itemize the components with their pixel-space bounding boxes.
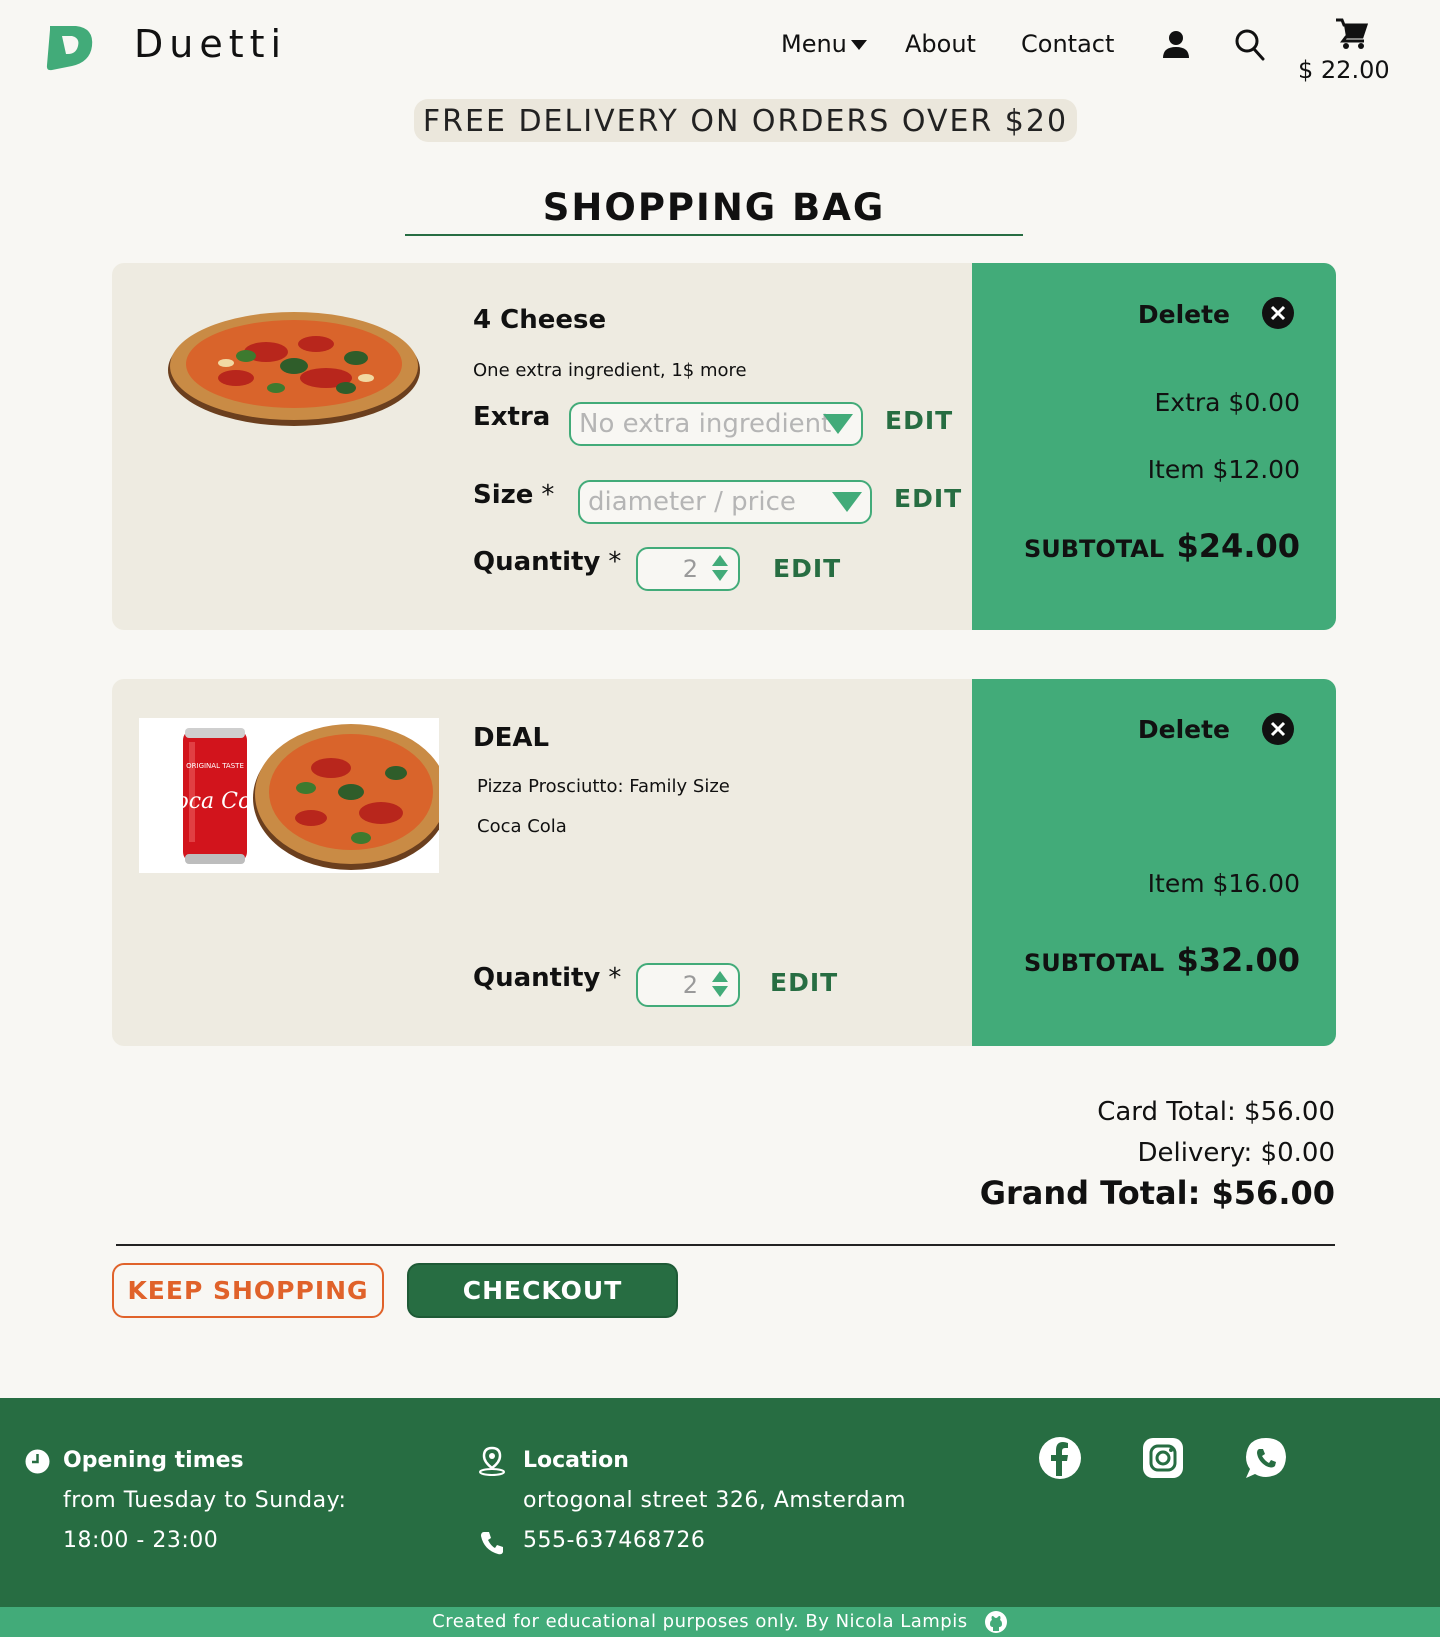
divider xyxy=(116,1244,1335,1246)
item-name: DEAL xyxy=(473,723,550,753)
deal-line: Pizza Prosciutto: Family Size xyxy=(477,776,730,797)
close-icon[interactable] xyxy=(1262,297,1294,329)
credit-text: Created for educational purposes only. B… xyxy=(432,1611,968,1632)
subtotal-label: SUBTOTAL xyxy=(1023,949,1165,977)
opening-hours: 18:00 - 23:00 xyxy=(63,1528,219,1553)
credit-bar: Created for educational purposes only. B… xyxy=(0,1607,1440,1637)
item-subtotal: SUBTOTAL $24.00 xyxy=(1024,527,1300,565)
phone-icon xyxy=(481,1532,503,1555)
subtotal-label: SUBTOTAL xyxy=(1023,535,1165,563)
nav-menu-label: Menu xyxy=(781,30,847,58)
page-title: SHOPPING BAG xyxy=(405,186,1023,236)
extra-select[interactable]: No extra ingredient xyxy=(569,402,863,446)
quantity-stepper[interactable]: 2 xyxy=(636,547,740,591)
address: ortogonal street 326, Amsterdam xyxy=(523,1488,907,1513)
decrement-arrow-icon[interactable] xyxy=(712,986,728,997)
instagram-icon[interactable] xyxy=(1141,1436,1185,1480)
location-pin-icon xyxy=(479,1446,505,1476)
dropdown-arrow-icon xyxy=(832,492,862,512)
deal-image: ORIGINAL TASTE Coca Cola xyxy=(139,718,439,873)
edit-extra-button[interactable]: EDIT xyxy=(885,406,953,435)
delete-label[interactable]: Delete xyxy=(1138,715,1230,744)
nav-contact[interactable]: Contact xyxy=(1021,30,1114,58)
chevron-down-icon xyxy=(850,40,867,50)
edit-size-button[interactable]: EDIT xyxy=(894,484,962,513)
deal-line: Coca Cola xyxy=(477,816,567,837)
free-delivery-banner: FREE DELIVERY ON ORDERS OVER $20 xyxy=(414,99,1077,142)
cart-icon[interactable] xyxy=(1334,17,1368,49)
opening-days: from Tuesday to Sunday: xyxy=(63,1488,347,1513)
pizza-image xyxy=(168,312,420,426)
pizza-image xyxy=(253,724,439,870)
location-title: Location xyxy=(523,1448,629,1473)
brand-name[interactable]: Duetti xyxy=(134,22,287,66)
nav-menu[interactable]: Menu xyxy=(781,30,867,58)
item-price-panel: Delete Item $16.00 SUBTOTAL $32.00 xyxy=(972,679,1336,1046)
subtotal-amount: $32.00 xyxy=(1176,941,1300,979)
can-label: Coca Cola xyxy=(179,789,251,814)
item-price: Item $16.00 xyxy=(1147,869,1300,898)
quantity-stepper[interactable]: 2 xyxy=(636,963,740,1007)
increment-arrow-icon[interactable] xyxy=(712,971,728,982)
keep-shopping-button[interactable]: KEEP SHOPPING xyxy=(112,1263,384,1318)
item-name: 4 Cheese xyxy=(473,305,607,335)
subtotal-amount: $24.00 xyxy=(1176,527,1300,565)
bag-item-card: ORIGINAL TASTE Coca Cola DEAL Pizza Pros… xyxy=(112,679,1336,1046)
required-mark: * xyxy=(608,963,622,993)
phone-number[interactable]: 555-637468726 xyxy=(523,1528,705,1553)
delete-label[interactable]: Delete xyxy=(1138,300,1230,329)
increment-arrow-icon[interactable] xyxy=(712,555,728,566)
whatsapp-icon[interactable] xyxy=(1244,1436,1288,1480)
decrement-arrow-icon[interactable] xyxy=(712,570,728,581)
site-footer: Opening times from Tuesday to Sunday: 18… xyxy=(0,1398,1440,1607)
clock-icon xyxy=(25,1449,50,1474)
opening-times-title: Opening times xyxy=(63,1448,244,1473)
quantity-label: Quantity * xyxy=(473,547,621,577)
required-mark: * xyxy=(541,480,555,510)
quantity-label-text: Quantity xyxy=(473,963,601,993)
bag-item-card: 4 Cheese One extra ingredient, 1$ more E… xyxy=(112,263,1336,630)
quantity-value: 2 xyxy=(682,555,698,583)
dropdown-arrow-icon xyxy=(823,414,853,434)
edit-quantity-button[interactable]: EDIT xyxy=(773,554,841,583)
svg-text:ORIGINAL TASTE: ORIGINAL TASTE xyxy=(186,762,244,770)
quantity-label: Quantity * xyxy=(473,963,621,993)
required-mark: * xyxy=(608,547,622,577)
size-label-text: Size xyxy=(473,480,534,510)
nav-about[interactable]: About xyxy=(905,30,976,58)
facebook-icon[interactable] xyxy=(1038,1436,1082,1480)
user-icon[interactable] xyxy=(1163,30,1189,60)
duetti-logo-icon[interactable] xyxy=(42,22,96,72)
delivery-total: Delivery: $0.00 xyxy=(1137,1138,1336,1168)
size-label: Size * xyxy=(473,480,554,510)
card-total: Card Total: $56.00 xyxy=(1097,1097,1335,1127)
quantity-value: 2 xyxy=(682,971,698,999)
checkout-button[interactable]: CHECKOUT xyxy=(407,1263,678,1318)
github-icon[interactable] xyxy=(984,1610,1008,1634)
site-header: Duetti Menu About Contact $ 22.00 xyxy=(0,0,1440,95)
size-select[interactable]: diameter / price xyxy=(578,480,872,524)
coca-cola-can-image: ORIGINAL TASTE Coca Cola xyxy=(179,728,251,864)
item-subtotal: SUBTOTAL $32.00 xyxy=(1024,941,1300,979)
search-icon[interactable] xyxy=(1235,29,1265,61)
item-description: One extra ingredient, 1$ more xyxy=(473,360,747,381)
size-select-placeholder: diameter / price xyxy=(588,487,796,517)
item-price-panel: Delete Extra $0.00 Item $12.00 SUBTOTAL … xyxy=(972,263,1336,630)
extra-label: Extra xyxy=(473,402,551,432)
extra-select-placeholder: No extra ingredient xyxy=(579,409,832,439)
close-icon[interactable] xyxy=(1262,713,1294,745)
quantity-label-text: Quantity xyxy=(473,547,601,577)
item-price: Item $12.00 xyxy=(1147,455,1300,484)
edit-quantity-button[interactable]: EDIT xyxy=(770,968,838,997)
grand-total: Grand Total: $56.00 xyxy=(979,1174,1335,1212)
cart-total[interactable]: $ 22.00 xyxy=(1298,56,1390,84)
extra-price: Extra $0.00 xyxy=(1154,388,1300,417)
